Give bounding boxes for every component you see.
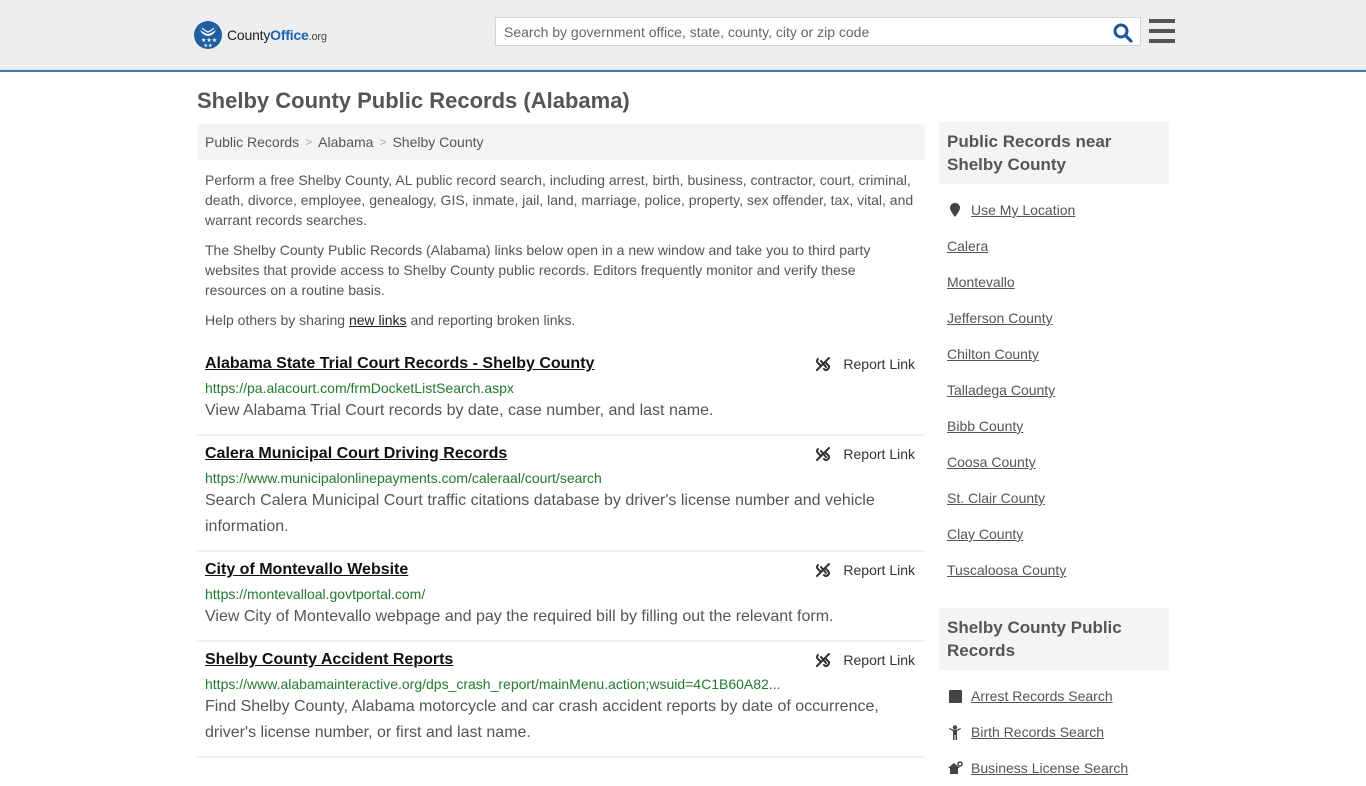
report-link-button[interactable]: Report Link <box>815 356 915 372</box>
child-icon <box>947 724 963 740</box>
record-title-link[interactable]: City of Montevallo Website <box>205 560 408 580</box>
sidebar: Public Records near Shelby County Use My… <box>939 122 1169 786</box>
record-title-link[interactable]: Calera Municipal Court Driving Records <box>205 444 507 464</box>
search-input[interactable] <box>496 18 1106 45</box>
record-url: https://pa.alacourt.com/frmDocketListSea… <box>205 380 514 396</box>
main-content: Public Records > Alabama > Shelby County… <box>197 124 925 758</box>
birth-records-link[interactable]: Birth Records Search <box>971 724 1104 740</box>
intro-text: Perform a free Shelby County, AL public … <box>197 170 925 330</box>
county-records-heading: Shelby County Public Records <box>939 608 1169 670</box>
help-text: Help others by sharing new links and rep… <box>205 312 576 328</box>
nearby-link-st-clair-county[interactable]: St. Clair County <box>947 490 1045 506</box>
nearby-link-clay-county[interactable]: Clay County <box>947 526 1023 542</box>
broken-link-icon <box>816 653 831 667</box>
nearby-item: St. Clair County <box>947 480 1161 516</box>
report-link-button[interactable]: Report Link <box>815 652 915 668</box>
record-url: https://montevalloal.govtportal.com/ <box>205 586 426 602</box>
new-links-link[interactable]: new links <box>349 312 407 328</box>
nearby-link-tuscaloosa-county[interactable]: Tuscaloosa County <box>947 562 1066 578</box>
nearby-link-calera[interactable]: Calera <box>947 238 988 254</box>
search-button[interactable] <box>1112 22 1134 44</box>
search-box <box>495 17 1141 46</box>
use-my-location-link[interactable]: Use My Location <box>971 202 1075 218</box>
breadcrumb-shelby-county[interactable]: Shelby County <box>392 134 483 150</box>
report-link-button[interactable]: Report Link <box>815 446 915 462</box>
nearby-item: Talladega County <box>947 372 1161 408</box>
record-description: View City of Montevallo webpage and pay … <box>205 608 834 625</box>
page-title: Shelby County Public Records (Alabama) <box>197 88 630 113</box>
breadcrumb: Public Records > Alabama > Shelby County <box>197 124 925 160</box>
arrest-records-link[interactable]: Arrest Records Search <box>971 688 1113 704</box>
intro-paragraph: The Shelby County Public Records (Alabam… <box>205 242 871 298</box>
breadcrumb-alabama[interactable]: Alabama <box>318 134 373 150</box>
nearby-item: Clay County <box>947 516 1161 552</box>
record-title-link[interactable]: Alabama State Trial Court Records - Shel… <box>205 354 594 374</box>
arrest-icon <box>947 689 963 703</box>
hamburger-menu-button[interactable] <box>1149 19 1175 43</box>
svg-text:★★: ★★ <box>204 43 213 49</box>
eagle-logo-icon: ★★★ ★★ <box>194 21 222 49</box>
record-type-item: Birth Records Search <box>947 714 1161 750</box>
nearby-item: Chilton County <box>947 336 1161 372</box>
nearby-heading: Public Records near Shelby County <box>939 122 1169 184</box>
broken-link-icon <box>816 563 831 577</box>
use-location-item: Use My Location <box>947 192 1161 228</box>
breadcrumb-separator: > <box>305 135 313 149</box>
intro-paragraph: Perform a free Shelby County, AL public … <box>205 172 914 228</box>
record-type-item: Arrest Records Search <box>947 678 1161 714</box>
site-logo[interactable]: ★★★ ★★ CountyOffice.org <box>194 21 327 49</box>
nearby-link-jefferson-county[interactable]: Jefferson County <box>947 310 1053 326</box>
nearby-item: Calera <box>947 228 1161 264</box>
business-icon <box>947 761 963 775</box>
nearby-item: Coosa County <box>947 444 1161 480</box>
map-marker-icon <box>947 202 963 218</box>
record-item: City of Montevallo Website https://monte… <box>197 552 925 642</box>
breadcrumb-public-records[interactable]: Public Records <box>205 134 299 150</box>
nearby-item: Bibb County <box>947 408 1161 444</box>
search-icon <box>1113 23 1133 43</box>
nearby-link-chilton-county[interactable]: Chilton County <box>947 346 1039 362</box>
record-item: Alabama State Trial Court Records - Shel… <box>197 346 925 436</box>
record-type-item: Business License Search <box>947 750 1161 786</box>
record-description: View Alabama Trial Court records by date… <box>205 402 714 419</box>
nearby-list: Use My Location Calera Montevallo Jeffer… <box>939 184 1169 588</box>
site-header: ★★★ ★★ CountyOffice.org <box>0 0 1366 72</box>
record-title-link[interactable]: Shelby County Accident Reports <box>205 650 453 670</box>
record-description: Find Shelby County, Alabama motorcycle a… <box>205 698 879 741</box>
breadcrumb-separator: > <box>379 135 387 149</box>
nearby-link-bibb-county[interactable]: Bibb County <box>947 418 1023 434</box>
broken-link-icon <box>816 357 831 371</box>
record-item: Calera Municipal Court Driving Records h… <box>197 436 925 552</box>
nearby-item: Tuscaloosa County <box>947 552 1161 588</box>
record-url: https://www.municipalonlinepayments.com/… <box>205 470 602 486</box>
nearby-link-montevallo[interactable]: Montevallo <box>947 274 1015 290</box>
records-list: Alabama State Trial Court Records - Shel… <box>197 346 925 758</box>
county-records-list: Arrest Records Search Birth Records Sear… <box>939 670 1169 786</box>
report-link-button[interactable]: Report Link <box>815 562 915 578</box>
business-license-link[interactable]: Business License Search <box>971 760 1128 776</box>
nearby-item: Montevallo <box>947 264 1161 300</box>
record-description: Search Calera Municipal Court traffic ci… <box>205 492 875 535</box>
nearby-item: Jefferson County <box>947 300 1161 336</box>
nearby-link-coosa-county[interactable]: Coosa County <box>947 454 1036 470</box>
broken-link-icon <box>816 447 831 461</box>
record-item: Shelby County Accident Reports https://w… <box>197 642 925 758</box>
logo-text: CountyOffice.org <box>227 27 327 43</box>
nearby-link-talladega-county[interactable]: Talladega County <box>947 382 1055 398</box>
record-url: https://www.alabamainteractive.org/dps_c… <box>205 676 781 692</box>
